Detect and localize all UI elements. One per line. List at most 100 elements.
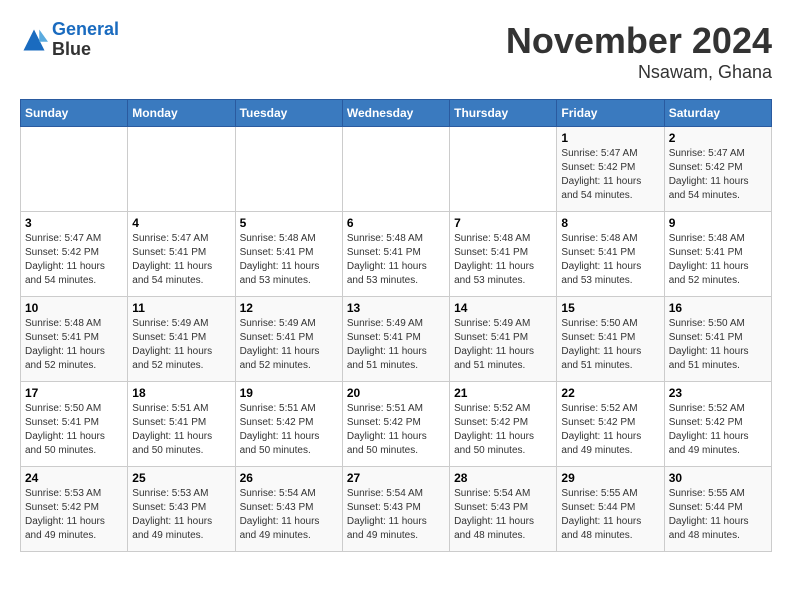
day-info: Sunrise: 5:51 AM Sunset: 5:41 PM Dayligh…	[132, 402, 230, 458]
calendar-day-cell: 9 Sunrise: 5:48 AM Sunset: 5:41 PM Daylig…	[664, 212, 771, 297]
day-number: 5	[240, 216, 338, 230]
calendar-table: SundayMondayTuesdayWednesdayThursdayFrid…	[20, 99, 772, 552]
weekday-header: Tuesday	[235, 100, 342, 127]
weekday-header: Sunday	[21, 100, 128, 127]
day-number: 21	[454, 386, 552, 400]
calendar-day-cell: 1 Sunrise: 5:47 AM Sunset: 5:42 PM Daylig…	[557, 127, 664, 212]
day-info: Sunrise: 5:48 AM Sunset: 5:41 PM Dayligh…	[454, 232, 552, 288]
logo: General Blue	[20, 20, 119, 60]
calendar-day-cell: 27Sunrise: 5:54 AM Sunset: 5:43 PM Dayli…	[342, 467, 449, 552]
day-info: Sunrise: 5:47 AM Sunset: 5:42 PM Dayligh…	[25, 232, 123, 288]
day-number: 17	[25, 386, 123, 400]
calendar-week-row: 1 Sunrise: 5:47 AM Sunset: 5:42 PM Daylig…	[21, 127, 772, 212]
day-number: 1	[561, 131, 659, 145]
calendar-day-cell	[21, 127, 128, 212]
day-info: Sunrise: 5:48 AM Sunset: 5:41 PM Dayligh…	[25, 317, 123, 373]
day-number: 9	[669, 216, 767, 230]
day-info: Sunrise: 5:50 AM Sunset: 5:41 PM Dayligh…	[669, 317, 767, 373]
day-number: 23	[669, 386, 767, 400]
calendar-week-row: 24 Sunrise: 5:53 AM Sunset: 5:42 PM Dayli…	[21, 467, 772, 552]
day-info: Sunrise: 5:50 AM Sunset: 5:41 PM Dayligh…	[25, 402, 123, 458]
day-info: Sunrise: 5:55 AM Sunset: 5:44 PM Dayligh…	[669, 487, 767, 543]
weekday-header: Monday	[128, 100, 235, 127]
day-info: Sunrise: 5:51 AM Sunset: 5:42 PM Dayligh…	[347, 402, 445, 458]
calendar-week-row: 17 Sunrise: 5:50 AM Sunset: 5:41 PM Dayli…	[21, 382, 772, 467]
calendar-day-cell	[450, 127, 557, 212]
calendar-day-cell: 6 Sunrise: 5:48 AM Sunset: 5:41 PM Daylig…	[342, 212, 449, 297]
day-info: Sunrise: 5:49 AM Sunset: 5:41 PM Dayligh…	[132, 317, 230, 373]
day-info: Sunrise: 5:55 AM Sunset: 5:44 PM Dayligh…	[561, 487, 659, 543]
calendar-day-cell: 23Sunrise: 5:52 AM Sunset: 5:42 PM Dayli…	[664, 382, 771, 467]
day-number: 27	[347, 471, 445, 485]
weekday-header: Wednesday	[342, 100, 449, 127]
day-number: 20	[347, 386, 445, 400]
calendar-day-cell: 2 Sunrise: 5:47 AM Sunset: 5:42 PM Daylig…	[664, 127, 771, 212]
day-info: Sunrise: 5:48 AM Sunset: 5:41 PM Dayligh…	[669, 232, 767, 288]
day-info: Sunrise: 5:47 AM Sunset: 5:42 PM Dayligh…	[561, 147, 659, 203]
day-number: 2	[669, 131, 767, 145]
calendar-day-cell	[342, 127, 449, 212]
calendar-day-cell: 8Sunrise: 5:48 AM Sunset: 5:41 PM Daylig…	[557, 212, 664, 297]
day-info: Sunrise: 5:47 AM Sunset: 5:41 PM Dayligh…	[132, 232, 230, 288]
day-info: Sunrise: 5:54 AM Sunset: 5:43 PM Dayligh…	[240, 487, 338, 543]
day-number: 8	[561, 216, 659, 230]
calendar-day-cell: 29 Sunrise: 5:55 AM Sunset: 5:44 PM Dayli…	[557, 467, 664, 552]
day-number: 11	[132, 301, 230, 315]
logo-icon	[20, 26, 48, 54]
calendar-day-cell: 14 Sunrise: 5:49 AM Sunset: 5:41 PM Dayli…	[450, 297, 557, 382]
day-number: 26	[240, 471, 338, 485]
calendar-title: November 2024	[506, 20, 772, 62]
calendar-day-cell: 17 Sunrise: 5:50 AM Sunset: 5:41 PM Dayli…	[21, 382, 128, 467]
calendar-day-cell: 28Sunrise: 5:54 AM Sunset: 5:43 PM Dayli…	[450, 467, 557, 552]
calendar-day-cell: 20 Sunrise: 5:51 AM Sunset: 5:42 PM Dayli…	[342, 382, 449, 467]
logo-text: General Blue	[52, 20, 119, 60]
calendar-day-cell: 22Sunrise: 5:52 AM Sunset: 5:42 PM Dayli…	[557, 382, 664, 467]
calendar-day-cell: 19 Sunrise: 5:51 AM Sunset: 5:42 PM Dayli…	[235, 382, 342, 467]
calendar-day-cell: 11 Sunrise: 5:49 AM Sunset: 5:41 PM Dayli…	[128, 297, 235, 382]
calendar-day-cell: 16Sunrise: 5:50 AM Sunset: 5:41 PM Dayli…	[664, 297, 771, 382]
day-info: Sunrise: 5:48 AM Sunset: 5:41 PM Dayligh…	[347, 232, 445, 288]
day-number: 25	[132, 471, 230, 485]
day-number: 3	[25, 216, 123, 230]
logo-blue-text: Blue	[52, 39, 91, 59]
day-info: Sunrise: 5:49 AM Sunset: 5:41 PM Dayligh…	[454, 317, 552, 373]
weekday-header: Friday	[557, 100, 664, 127]
day-info: Sunrise: 5:49 AM Sunset: 5:41 PM Dayligh…	[240, 317, 338, 373]
calendar-day-cell: 7Sunrise: 5:48 AM Sunset: 5:41 PM Daylig…	[450, 212, 557, 297]
day-info: Sunrise: 5:49 AM Sunset: 5:41 PM Dayligh…	[347, 317, 445, 373]
calendar-day-cell: 25Sunrise: 5:53 AM Sunset: 5:43 PM Dayli…	[128, 467, 235, 552]
day-info: Sunrise: 5:48 AM Sunset: 5:41 PM Dayligh…	[240, 232, 338, 288]
day-number: 24	[25, 471, 123, 485]
calendar-day-cell: 5 Sunrise: 5:48 AM Sunset: 5:41 PM Daylig…	[235, 212, 342, 297]
day-number: 12	[240, 301, 338, 315]
calendar-week-row: 3 Sunrise: 5:47 AM Sunset: 5:42 PM Daylig…	[21, 212, 772, 297]
weekday-header: Thursday	[450, 100, 557, 127]
calendar-day-cell: 24 Sunrise: 5:53 AM Sunset: 5:42 PM Dayli…	[21, 467, 128, 552]
day-number: 14	[454, 301, 552, 315]
day-number: 30	[669, 471, 767, 485]
calendar-day-cell: 15Sunrise: 5:50 AM Sunset: 5:41 PM Dayli…	[557, 297, 664, 382]
day-number: 29	[561, 471, 659, 485]
day-info: Sunrise: 5:51 AM Sunset: 5:42 PM Dayligh…	[240, 402, 338, 458]
calendar-week-row: 10Sunrise: 5:48 AM Sunset: 5:41 PM Dayli…	[21, 297, 772, 382]
day-number: 19	[240, 386, 338, 400]
calendar-day-cell: 4 Sunrise: 5:47 AM Sunset: 5:41 PM Daylig…	[128, 212, 235, 297]
day-number: 28	[454, 471, 552, 485]
day-number: 18	[132, 386, 230, 400]
logo-general: General	[52, 19, 119, 39]
day-number: 4	[132, 216, 230, 230]
calendar-day-cell	[128, 127, 235, 212]
calendar-day-cell: 18 Sunrise: 5:51 AM Sunset: 5:41 PM Dayli…	[128, 382, 235, 467]
day-number: 6	[347, 216, 445, 230]
page-header: General Blue November 2024 Nsawam, Ghana	[20, 20, 772, 83]
calendar-day-cell: 3 Sunrise: 5:47 AM Sunset: 5:42 PM Daylig…	[21, 212, 128, 297]
month-title: November 2024 Nsawam, Ghana	[506, 20, 772, 83]
day-info: Sunrise: 5:47 AM Sunset: 5:42 PM Dayligh…	[669, 147, 767, 203]
day-info: Sunrise: 5:53 AM Sunset: 5:42 PM Dayligh…	[25, 487, 123, 543]
calendar-day-cell: 21Sunrise: 5:52 AM Sunset: 5:42 PM Dayli…	[450, 382, 557, 467]
day-info: Sunrise: 5:50 AM Sunset: 5:41 PM Dayligh…	[561, 317, 659, 373]
calendar-day-cell: 10Sunrise: 5:48 AM Sunset: 5:41 PM Dayli…	[21, 297, 128, 382]
day-number: 22	[561, 386, 659, 400]
weekday-header: Saturday	[664, 100, 771, 127]
calendar-day-cell: 12 Sunrise: 5:49 AM Sunset: 5:41 PM Dayli…	[235, 297, 342, 382]
